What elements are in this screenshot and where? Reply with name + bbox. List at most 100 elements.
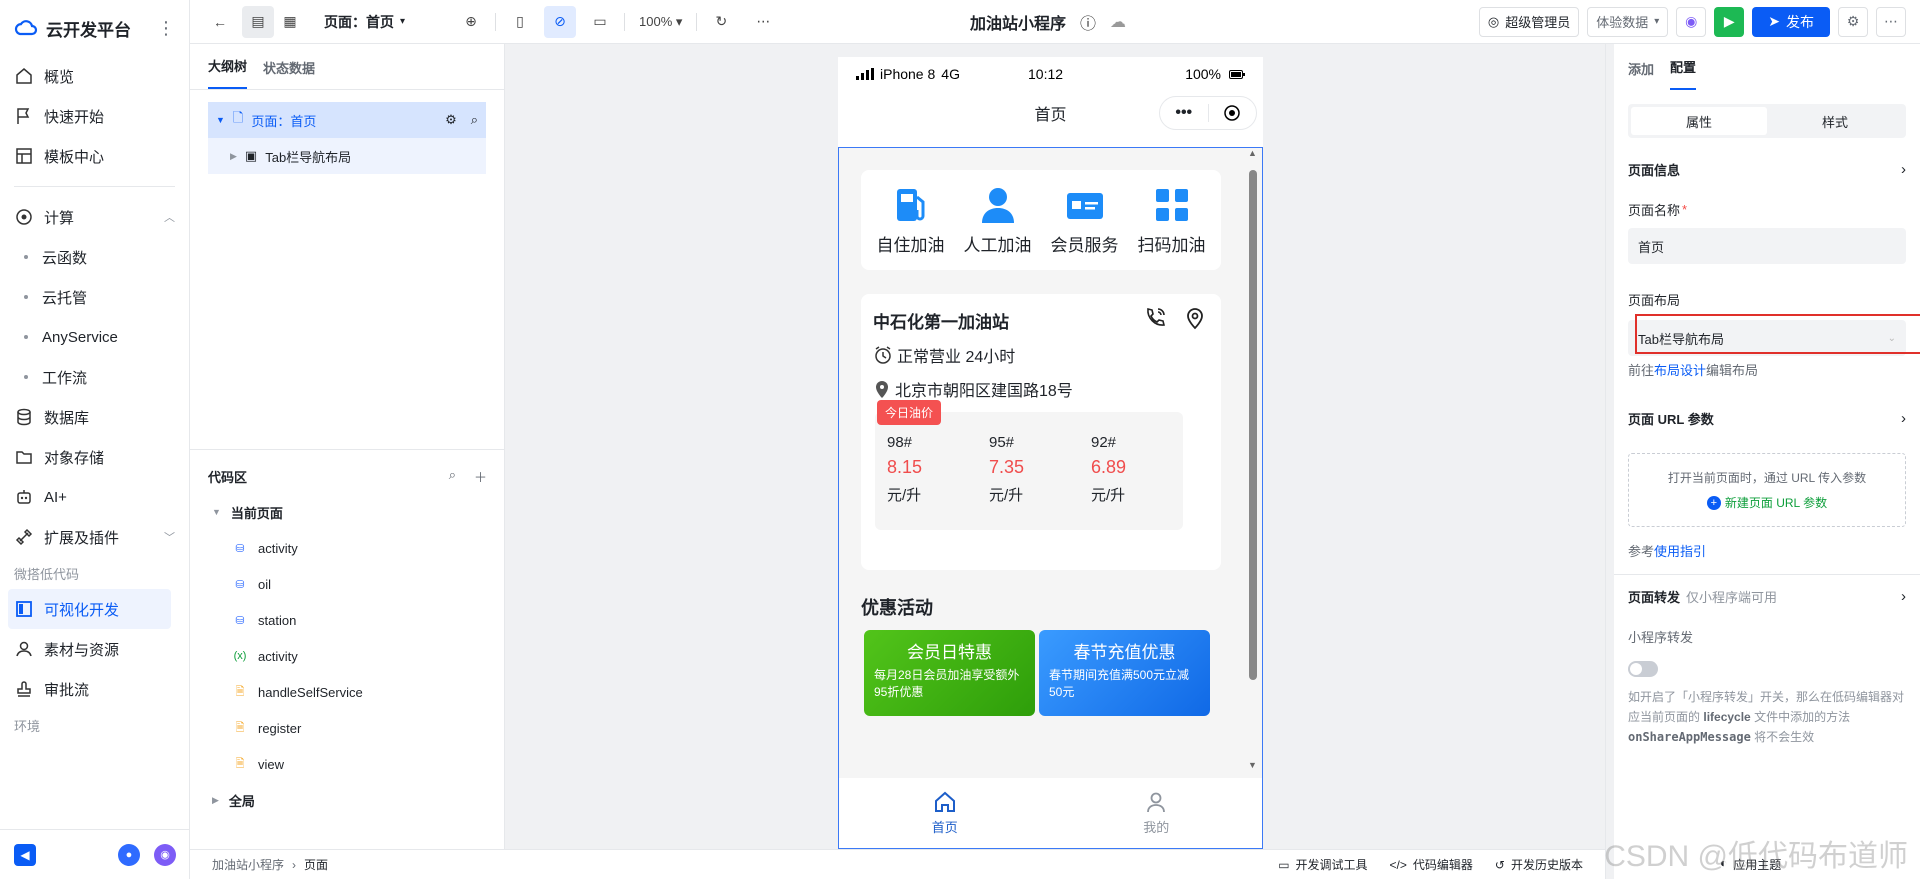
nav-extensions[interactable]: 扩展及插件 ﹀ bbox=[0, 517, 189, 557]
add-icon[interactable]: ＋ bbox=[474, 467, 487, 486]
settings-gear-icon[interactable]: ⚙ bbox=[1838, 6, 1868, 37]
nav-storage[interactable]: 对象存储 bbox=[0, 437, 189, 477]
admin-role-button[interactable]: ◎ 超级管理员 bbox=[1478, 6, 1580, 37]
bottom-tools: ▭ 开发调试工具 </> 代码编辑器 ↺ 开发历史版本 bbox=[1278, 856, 1583, 873]
zoom-select[interactable]: 100% ▾ bbox=[633, 6, 688, 38]
back-arrow-icon[interactable]: ← bbox=[204, 6, 236, 38]
usage-guide-link[interactable]: 使用指引 bbox=[1654, 544, 1706, 559]
service-member[interactable]: 会员服务 bbox=[1051, 185, 1119, 256]
code-item[interactable]: ⛁ oil bbox=[190, 566, 505, 602]
more-horizontal-icon[interactable]: ⋯ bbox=[747, 6, 779, 38]
nav-overview-label: 概览 bbox=[44, 68, 75, 86]
layout-view-icon[interactable]: ▦ bbox=[274, 6, 306, 38]
location-pin-icon[interactable] bbox=[1183, 306, 1207, 330]
nav-ai[interactable]: AI+ bbox=[0, 477, 189, 517]
ai-assistant-icon[interactable]: ◉ bbox=[154, 843, 176, 866]
code-item[interactable]: ⛁ station bbox=[190, 602, 505, 638]
nav-anyservice[interactable]: AnyService bbox=[0, 317, 189, 357]
preview-play-button[interactable]: ▶ bbox=[1714, 6, 1745, 37]
code-editor-button[interactable]: </> 代码编辑器 bbox=[1390, 856, 1473, 873]
layout-design-link[interactable]: 布局设计 bbox=[1654, 363, 1706, 378]
promo-card-member-day[interactable]: 会员日特惠 每月28日会员加油享受额外95折优惠 bbox=[864, 630, 1035, 716]
nav-approval[interactable]: 审批流 bbox=[0, 669, 189, 709]
section-page-info[interactable]: 页面信息 › bbox=[1614, 148, 1920, 190]
tab-state-data[interactable]: 状态数据 bbox=[263, 58, 315, 89]
caret-right-icon[interactable]: ▶ bbox=[230, 151, 237, 162]
code-editor-label: 代码编辑器 bbox=[1412, 858, 1473, 872]
tree-node-tab-layout[interactable]: ▶ ▣ Tab栏导航布局 bbox=[208, 138, 486, 174]
data-mode-select[interactable]: 体验数据 ▾ bbox=[1587, 6, 1669, 37]
outline-view-icon[interactable]: ▤ bbox=[242, 5, 274, 38]
nav-workflow[interactable]: 工作流 bbox=[0, 357, 189, 397]
nav-compute[interactable]: 计算 ︿ bbox=[0, 197, 189, 237]
more-vertical-icon[interactable]: ⋮ bbox=[157, 18, 175, 39]
page-scrollbar[interactable]: ▲ ▼ bbox=[1248, 148, 1258, 770]
nav-visual-dev[interactable]: 可视化开发 bbox=[8, 589, 171, 629]
code-item[interactable]: 🗎 handleSelfService bbox=[190, 674, 505, 710]
more-horizontal-icon[interactable]: ⋯ bbox=[1876, 6, 1906, 37]
fuel-price-92: 92# 6.89 元/升 bbox=[1091, 434, 1126, 505]
add-url-param-button[interactable]: + 新建页面 URL 参数 bbox=[1706, 494, 1827, 511]
section-url-params[interactable]: 页面 URL 参数 › bbox=[1614, 397, 1920, 439]
service-scan[interactable]: 扫码加油 bbox=[1138, 185, 1206, 256]
collapse-sidebar-icon[interactable]: ◀ bbox=[14, 843, 36, 866]
capsule-more-icon[interactable]: ••• bbox=[1160, 104, 1208, 122]
page-layout-select[interactable]: Tab栏导航布局 ⌄ bbox=[1628, 314, 1920, 356]
refresh-icon[interactable]: ↻ bbox=[705, 6, 737, 38]
publish-button[interactable]: ➤ 发布 bbox=[1752, 6, 1830, 37]
nav-database[interactable]: 数据库 bbox=[0, 397, 189, 437]
panel-resize-handle[interactable] bbox=[1606, 44, 1614, 879]
mobile-device-icon[interactable]: ▯ bbox=[504, 6, 536, 38]
breadcrumb-app[interactable]: 加油站小程序 bbox=[212, 856, 284, 873]
history-button[interactable]: ↺ 开发历史版本 bbox=[1495, 856, 1583, 873]
page-name-input[interactable]: 首页 bbox=[1628, 228, 1906, 264]
search-icon[interactable]: ⌕ bbox=[471, 112, 478, 128]
seg-props[interactable]: 属性 bbox=[1631, 107, 1767, 135]
info-icon[interactable]: ⓘ bbox=[1080, 10, 1096, 34]
service-manual-refuel[interactable]: 人工加油 bbox=[964, 185, 1032, 256]
nav-templates[interactable]: 模板中心 bbox=[0, 136, 189, 176]
user-avatar-icon[interactable]: ● bbox=[118, 843, 140, 866]
settings-icon[interactable]: ⚙ bbox=[445, 112, 457, 128]
section-page-forward[interactable]: 页面转发 仅小程序端可用 › bbox=[1614, 575, 1920, 617]
folder-icon bbox=[14, 447, 34, 467]
code-item[interactable]: (x) activity bbox=[190, 638, 505, 674]
nav-hosting[interactable]: 云托管 bbox=[0, 277, 189, 317]
tree-node-page[interactable]: ▼ 🗋 页面：首页 ⚙ ⌕ bbox=[208, 102, 486, 138]
nav-quickstart[interactable]: 快速开始 bbox=[0, 96, 189, 136]
tab-config[interactable]: 配置 bbox=[1670, 57, 1697, 90]
nav-anyservice-label: AnyService bbox=[42, 328, 118, 346]
tab-add[interactable]: 添加 bbox=[1628, 59, 1654, 90]
ai-copilot-icon[interactable]: ◉ bbox=[1676, 6, 1707, 37]
outline-tabs: 大纲树 状态数据 bbox=[190, 44, 504, 90]
service-self-refuel[interactable]: 自住加油 bbox=[877, 185, 945, 256]
promo-card-spring[interactable]: 春节充值优惠 春节期间充值满500元立减50元 bbox=[1039, 630, 1210, 716]
tab-outline-tree[interactable]: 大纲树 bbox=[208, 56, 248, 89]
code-item[interactable]: 🗎 register bbox=[190, 710, 505, 746]
mp-forward-toggle[interactable] bbox=[1628, 661, 1658, 677]
nav-overview[interactable]: 概览 bbox=[0, 56, 189, 96]
debug-tools-button[interactable]: ▭ 开发调试工具 bbox=[1278, 856, 1367, 873]
code-item[interactable]: ⛁ activity bbox=[190, 530, 505, 566]
page-layout-label: 页面布局 bbox=[1628, 292, 1681, 308]
caret-down-icon[interactable]: ▼ bbox=[216, 115, 225, 125]
tabbar-mine[interactable]: 我的 bbox=[1051, 778, 1263, 848]
breadcrumb-page[interactable]: 页面 bbox=[304, 856, 328, 873]
seg-style[interactable]: 样式 bbox=[1767, 107, 1903, 135]
scroll-down-arrow-icon[interactable]: ▼ bbox=[1248, 760, 1257, 770]
miniprogram-device-icon[interactable]: ⊘ bbox=[544, 5, 577, 38]
code-item[interactable]: 🗎 view bbox=[190, 746, 505, 782]
tabbar-home[interactable]: 首页 bbox=[839, 778, 1051, 848]
page-selector[interactable]: 页面：首页 ▾ bbox=[324, 12, 405, 32]
capsule-close-icon[interactable] bbox=[1209, 105, 1257, 121]
add-page-icon[interactable]: ⊕ bbox=[455, 6, 487, 38]
scroll-up-arrow-icon[interactable]: ▲ bbox=[1248, 148, 1257, 158]
search-icon[interactable]: ⌕ bbox=[449, 467, 456, 486]
scrollbar-thumb[interactable] bbox=[1249, 170, 1257, 680]
code-group-global[interactable]: ▶ 全局 bbox=[190, 782, 505, 818]
nav-assets[interactable]: 素材与资源 bbox=[0, 629, 189, 669]
desktop-device-icon[interactable]: ▭ bbox=[584, 6, 616, 38]
phone-call-icon[interactable] bbox=[1143, 306, 1167, 330]
code-group-current[interactable]: ▼ 当前页面 bbox=[190, 494, 505, 530]
nav-functions[interactable]: 云函数 bbox=[0, 237, 189, 277]
